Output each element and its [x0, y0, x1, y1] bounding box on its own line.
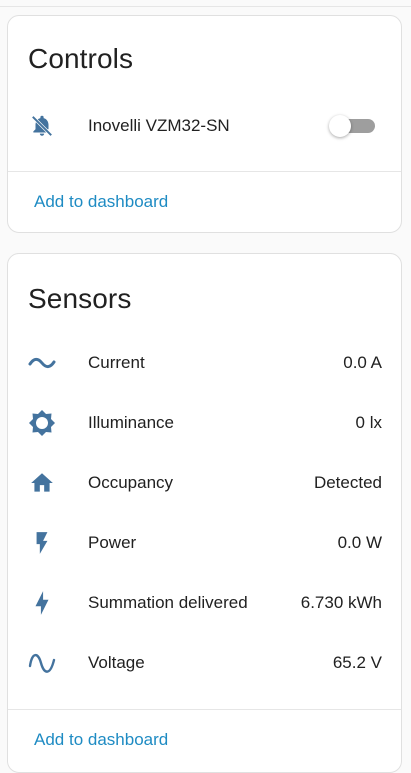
- control-label: Inovelli VZM32-SN: [88, 116, 230, 135]
- sensor-value: 65.2 V: [332, 653, 382, 672]
- sensor-row-voltage[interactable]: Voltage 65.2 V: [8, 643, 401, 683]
- lightning-bolt-icon: [28, 591, 56, 615]
- controls-card: Controls Inovelli VZM32-SN Add to dashbo…: [7, 15, 402, 233]
- sensor-value: 0 lx: [355, 413, 382, 432]
- sensor-label: Power: [88, 533, 137, 552]
- sensor-value: 0.0 A: [343, 353, 382, 372]
- brightness-icon: [28, 410, 56, 436]
- sensors-add-to-dashboard-link[interactable]: Add to dashboard: [34, 730, 168, 750]
- controls-title: Controls: [28, 43, 134, 74]
- sensor-row-illuminance[interactable]: Illuminance 0 lx: [8, 403, 401, 443]
- sensor-label: Illuminance: [88, 413, 174, 432]
- sensor-row-power[interactable]: Power 0.0 W: [8, 523, 401, 563]
- flash-icon: [28, 531, 56, 555]
- sensor-label: Summation delivered: [88, 593, 248, 612]
- sensors-title: Sensors: [28, 283, 132, 314]
- current-ac-icon: [28, 351, 56, 375]
- sensor-row-occupancy[interactable]: Occupancy Detected: [8, 463, 401, 503]
- sensor-label: Voltage: [88, 653, 145, 672]
- controls-add-to-dashboard-link[interactable]: Add to dashboard: [34, 192, 168, 212]
- sensor-value: Detected: [313, 473, 382, 492]
- sensor-label: Occupancy: [88, 473, 174, 492]
- sensors-card: Sensors Current 0.0 A Illuminance 0 lx O…: [7, 253, 402, 773]
- control-row[interactable]: Inovelli VZM32-SN: [8, 106, 401, 146]
- control-toggle[interactable]: [329, 106, 375, 146]
- sine-wave-icon: [28, 651, 56, 675]
- sensor-value: 0.0 W: [337, 533, 382, 552]
- controls-divider: [8, 171, 401, 172]
- sensor-row-summation-delivered[interactable]: Summation delivered 6.730 kWh: [8, 583, 401, 623]
- sensor-label: Current: [88, 353, 145, 372]
- sensor-row-current[interactable]: Current 0.0 A: [8, 343, 401, 383]
- toggle-thumb[interactable]: [329, 115, 351, 137]
- bell-off-icon: [28, 114, 56, 138]
- sensor-value: 6.730 kWh: [300, 593, 382, 612]
- top-divider: [0, 6, 411, 7]
- home-icon: [28, 471, 56, 495]
- sensors-divider: [8, 709, 401, 710]
